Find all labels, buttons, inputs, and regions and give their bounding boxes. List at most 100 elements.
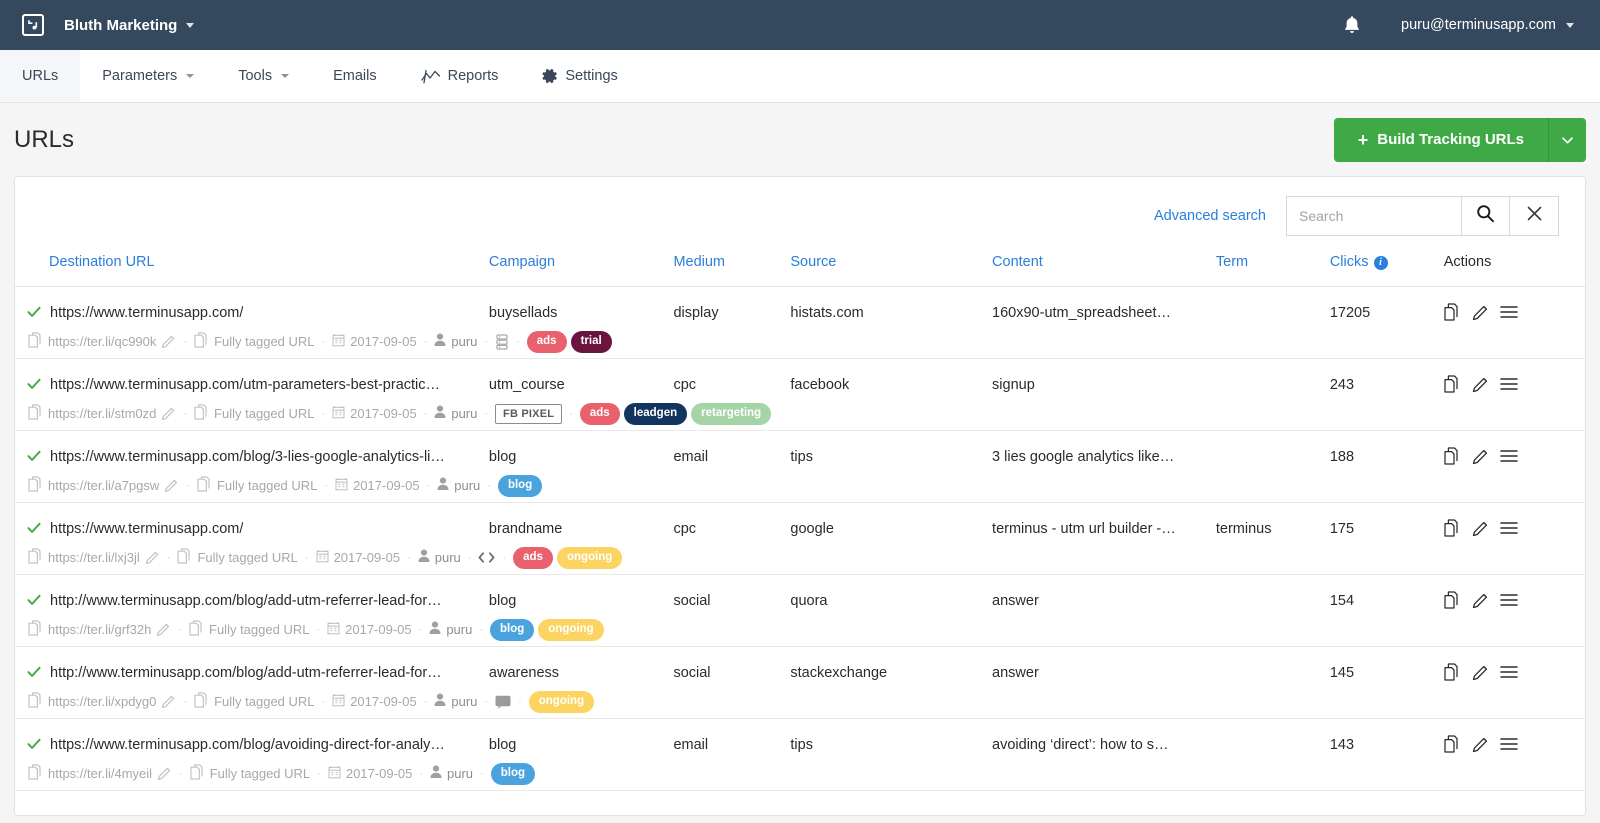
destination-url-link[interactable]: https://www.terminusapp.com/blog/avoidin… [50,737,445,753]
fully-tagged-url-item[interactable]: Fully tagged URL [190,764,310,783]
hamburger-menu-icon[interactable] [1500,377,1518,391]
copy-icon[interactable] [190,764,205,783]
copy-icon[interactable] [177,548,192,567]
short-url-item[interactable]: https://ter.li/stm0zd [28,404,176,423]
hamburger-menu-icon[interactable] [1500,305,1518,319]
pencil-edit-icon[interactable] [161,406,176,421]
tag-blog[interactable]: blog [490,619,535,641]
tag-ads[interactable]: ads [513,547,553,569]
fully-tagged-url-item[interactable]: Fully tagged URL [177,548,298,567]
copy-icon[interactable] [28,764,43,783]
short-url-item[interactable]: https://ter.li/a7pgsw [28,476,179,495]
tab-parameters[interactable]: Parameters [80,50,216,102]
tag-blog[interactable]: blog [497,475,543,497]
short-url-text[interactable]: https://ter.li/4myeil [48,766,152,781]
tag-ads[interactable]: ads [526,331,567,353]
copy-icon[interactable] [28,620,43,639]
pencil-edit-icon[interactable] [164,478,179,493]
tag-leadgen[interactable]: leadgen [623,403,688,425]
short-url-item[interactable]: https://ter.li/qc990k [28,332,176,351]
build-tracking-urls-button[interactable]: + Build Tracking URLs [1333,117,1548,162]
copy-icon[interactable] [28,692,43,711]
organization-switcher[interactable]: Bluth Marketing [64,17,195,34]
hamburger-menu-icon[interactable] [1500,737,1518,751]
short-url-text[interactable]: https://ter.li/xpdyg0 [48,694,156,709]
column-header-campaign[interactable]: Campaign [488,254,674,287]
hamburger-menu-icon[interactable] [1500,593,1518,607]
column-header-content[interactable]: Content [992,254,1216,287]
tag-ongoing[interactable]: ongoing [528,691,595,713]
tag-retargeting[interactable]: retargeting [691,403,772,425]
short-url-text[interactable]: https://ter.li/grf32h [48,622,151,637]
notification-bell-icon[interactable] [1343,15,1361,35]
pencil-edit-icon[interactable] [1472,736,1489,753]
column-header-clicks[interactable]: Clicks i [1329,254,1444,287]
duplicate-icon[interactable] [1444,591,1461,609]
hamburger-menu-icon[interactable] [1500,449,1518,463]
pencil-edit-icon[interactable] [1472,304,1489,321]
tab-tools[interactable]: Tools [216,50,311,102]
search-input[interactable] [1286,195,1461,236]
column-header-destination-url[interactable]: Destination URL [15,254,489,287]
column-header-source[interactable]: Source [790,254,993,287]
fully-tagged-url-item[interactable]: Fully tagged URL [194,404,315,423]
pencil-edit-icon[interactable] [156,622,171,637]
duplicate-icon[interactable] [1444,663,1461,681]
tag-ongoing[interactable]: ongoing [538,619,604,641]
pencil-edit-icon[interactable] [1472,376,1489,393]
hamburger-menu-icon[interactable] [1500,521,1518,535]
copy-icon[interactable] [194,332,209,351]
pencil-edit-icon[interactable] [1472,664,1489,681]
copy-icon[interactable] [28,548,43,567]
duplicate-icon[interactable] [1444,375,1461,393]
clear-search-button[interactable] [1510,195,1559,236]
tab-reports[interactable]: Reports [399,50,521,102]
short-url-text[interactable]: https://ter.li/stm0zd [48,406,156,421]
short-url-text[interactable]: https://ter.li/a7pgsw [48,478,159,493]
fully-tagged-url-item[interactable]: Fully tagged URL [194,692,315,711]
advanced-search-link[interactable]: Advanced search [1154,208,1266,224]
short-url-text[interactable]: https://ter.li/qc990k [48,334,156,349]
duplicate-icon[interactable] [1444,303,1461,321]
fully-tagged-url-item[interactable]: Fully tagged URL [189,620,309,639]
copy-icon[interactable] [189,620,204,639]
destination-url-link[interactable]: https://www.terminusapp.com/ [50,305,243,321]
pencil-edit-icon[interactable] [157,766,172,781]
hamburger-menu-icon[interactable] [1500,665,1518,679]
server-stack-icon[interactable] [495,334,509,350]
info-icon[interactable]: i [1373,255,1388,270]
destination-url-link[interactable]: https://www.terminusapp.com/utm-paramete… [50,377,440,393]
column-header-medium[interactable]: Medium [673,254,791,287]
destination-url-link[interactable]: http://www.terminusapp.com/blog/add-utm-… [50,593,442,609]
tab-emails[interactable]: Emails [311,50,399,102]
short-url-item[interactable]: https://ter.li/lxj3jl [28,548,160,567]
short-url-item[interactable]: https://ter.li/grf32h [28,620,171,639]
pencil-edit-icon[interactable] [1472,592,1489,609]
account-menu[interactable]: puru@terminusapp.com [1401,17,1574,33]
duplicate-icon[interactable] [1444,735,1461,753]
fully-tagged-url-item[interactable]: Fully tagged URL [194,332,315,351]
tag-trial[interactable]: trial [570,331,612,353]
destination-url-link[interactable]: https://www.terminusapp.com/ [50,521,243,537]
pencil-edit-icon[interactable] [145,550,160,565]
short-url-item[interactable]: https://ter.li/4myeil [28,764,172,783]
pencil-edit-icon[interactable] [1472,448,1489,465]
copy-icon[interactable] [197,476,212,495]
search-submit-button[interactable] [1461,195,1510,236]
destination-url-link[interactable]: https://www.terminusapp.com/blog/3-lies-… [50,449,445,465]
copy-icon[interactable] [28,476,43,495]
copy-icon[interactable] [194,404,209,423]
copy-icon[interactable] [194,692,209,711]
duplicate-icon[interactable] [1444,447,1461,465]
fb-pixel-badge[interactable]: FB PIXEL [495,403,563,424]
fully-tagged-url-item[interactable]: Fully tagged URL [197,476,317,495]
tag-blog[interactable]: blog [490,763,535,785]
short-url-item[interactable]: https://ter.li/xpdyg0 [28,692,176,711]
tab-settings[interactable]: Settings [520,50,639,102]
copy-icon[interactable] [28,404,43,423]
code-brackets-icon[interactable] [478,551,495,564]
destination-url-link[interactable]: http://www.terminusapp.com/blog/add-utm-… [50,665,442,681]
pencil-edit-icon[interactable] [1472,520,1489,537]
build-tracking-urls-dropdown-button[interactable] [1548,117,1586,162]
short-url-text[interactable]: https://ter.li/lxj3jl [48,550,140,565]
